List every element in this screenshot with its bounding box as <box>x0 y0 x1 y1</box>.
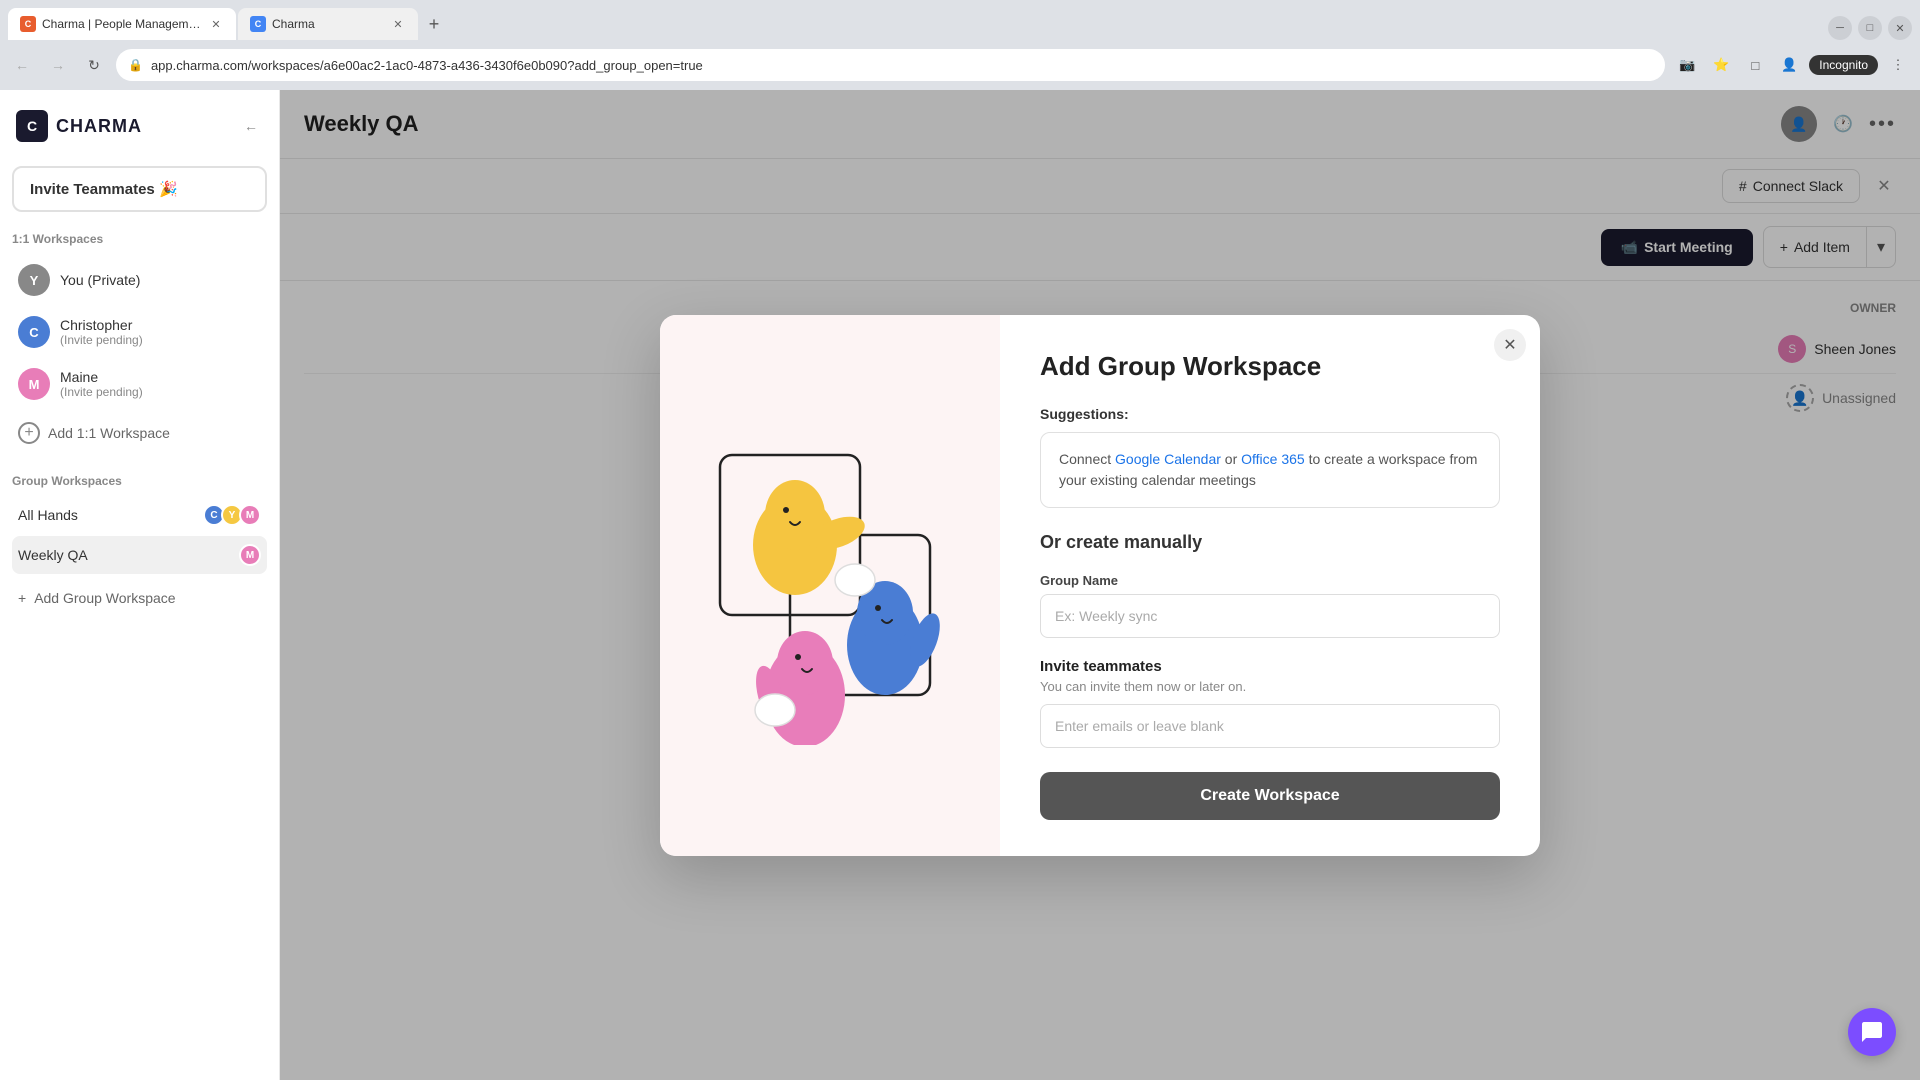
sidebar-item-maine[interactable]: M Maine (Invite pending) <box>12 360 267 408</box>
plus-circle-icon: + <box>18 422 40 444</box>
add-group-workspace-modal: Add Group Workspace Suggestions: Connect… <box>660 315 1540 856</box>
group-name-weekly-qa: Weekly QA <box>18 547 231 563</box>
modal-illustration <box>690 425 970 745</box>
modal-right-panel: Add Group Workspace Suggestions: Connect… <box>1000 315 1540 856</box>
camera-off-icon: 📷 <box>1673 51 1701 79</box>
tab-charma-pm[interactable]: C Charma | People Management S... ✕ <box>8 8 236 40</box>
close-icon: ✕ <box>1503 335 1516 355</box>
suggestion-text-2: or <box>1221 451 1241 467</box>
invite-teammates-section-label: Invite teammates <box>1040 658 1500 675</box>
tab-title-1: Charma | People Management S... <box>42 17 202 31</box>
new-tab-button[interactable]: + <box>420 10 448 38</box>
group-section-label: Group Workspaces <box>12 474 267 488</box>
user-name-maine: Maine <box>60 369 143 385</box>
logo-text: CHARMA <box>56 116 142 137</box>
modal-title: Add Group Workspace <box>1040 351 1500 382</box>
forward-button[interactable]: → <box>44 51 72 79</box>
email-input[interactable] <box>1040 704 1500 748</box>
modal-wrapper: Add Group Workspace Suggestions: Connect… <box>660 315 1540 856</box>
chat-support-button[interactable] <box>1848 1008 1896 1056</box>
one-on-one-section-label: 1:1 Workspaces <box>12 232 267 246</box>
modal-overlay: Add Group Workspace Suggestions: Connect… <box>280 90 1920 1080</box>
add-one-on-one-button[interactable]: + Add 1:1 Workspace <box>12 412 267 454</box>
extensions-icon[interactable]: □ <box>1741 51 1769 79</box>
user-status-maine: (Invite pending) <box>60 385 143 399</box>
sidebar: C CHARMA ← Invite Teammates 🎉 1:1 Worksp… <box>0 90 280 1080</box>
add-group-label: Add Group Workspace <box>34 590 175 606</box>
group-avatars-all-hands: C Y M <box>203 504 261 526</box>
user-name-you: You (Private) <box>60 272 140 288</box>
avatar-christopher: C <box>18 316 50 348</box>
modal-close-button[interactable]: ✕ <box>1494 329 1526 361</box>
logo-icon: C <box>16 110 48 142</box>
plus-circle-group-icon: + <box>18 590 26 606</box>
avatar-you: Y <box>18 264 50 296</box>
invite-sub-text: You can invite them now or later on. <box>1040 679 1500 694</box>
group-item-weekly-qa[interactable]: Weekly QA M <box>12 536 267 574</box>
user-status-christopher: (Invite pending) <box>60 333 143 347</box>
tab-favicon-1: C <box>20 16 36 32</box>
address-bar[interactable]: 🔒 app.charma.com/workspaces/a6e00ac2-1ac… <box>116 49 1665 81</box>
maximize-button[interactable]: □ <box>1858 16 1882 40</box>
sidebar-item-christopher[interactable]: C Christopher (Invite pending) <box>12 308 267 356</box>
browser-chrome: C Charma | People Management S... ✕ C Ch… <box>0 0 1920 90</box>
suggestions-label: Suggestions: <box>1040 406 1500 422</box>
menu-icon[interactable]: ⋮ <box>1884 51 1912 79</box>
office365-link[interactable]: Office 365 <box>1241 451 1305 467</box>
create-workspace-button[interactable]: Create Workspace <box>1040 772 1500 820</box>
tab-favicon-2: C <box>250 16 266 32</box>
tab-charma[interactable]: C Charma ✕ <box>238 8 418 40</box>
avatar-maine: M <box>18 368 50 400</box>
or-create-label: Or create manually <box>1040 532 1500 553</box>
modal-illustration-panel <box>660 315 1000 856</box>
chat-icon <box>1860 1020 1884 1044</box>
tab-close-2[interactable]: ✕ <box>390 16 406 32</box>
g-avatar-m2: M <box>239 544 261 566</box>
suggestion-text-1: Connect <box>1059 451 1115 467</box>
minimize-button[interactable]: ─ <box>1828 16 1852 40</box>
reload-button[interactable]: ↻ <box>80 51 108 79</box>
url-text: app.charma.com/workspaces/a6e00ac2-1ac0-… <box>151 58 1653 73</box>
sidebar-item-you-private[interactable]: Y You (Private) <box>12 256 267 304</box>
group-avatars-weekly-qa: M <box>239 544 261 566</box>
g-avatar-m: M <box>239 504 261 526</box>
logo: C CHARMA ← <box>12 106 267 146</box>
add-group-workspace-button[interactable]: + Add Group Workspace <box>12 580 267 616</box>
sidebar-toggle-button[interactable]: ← <box>239 114 263 138</box>
app: C CHARMA ← Invite Teammates 🎉 1:1 Worksp… <box>0 90 1920 1080</box>
lock-icon: 🔒 <box>128 58 143 72</box>
profile-icon[interactable]: 👤 <box>1775 51 1803 79</box>
back-button[interactable]: ← <box>8 51 36 79</box>
main-content: Weekly QA 👤 🕐 ••• # Connect Slack ✕ 📹 St… <box>280 90 1920 1080</box>
tab-title-2: Charma <box>272 17 315 31</box>
add-one-on-one-label: Add 1:1 Workspace <box>48 425 170 441</box>
bookmark-icon[interactable]: ⭐ <box>1707 51 1735 79</box>
google-calendar-link[interactable]: Google Calendar <box>1115 451 1221 467</box>
close-window-button[interactable]: ✕ <box>1888 16 1912 40</box>
group-name-label: Group Name <box>1040 573 1500 588</box>
group-name-input[interactable] <box>1040 594 1500 638</box>
tab-close-1[interactable]: ✕ <box>208 16 224 32</box>
group-item-all-hands[interactable]: All Hands C Y M <box>12 496 267 534</box>
user-name-christopher: Christopher <box>60 317 143 333</box>
incognito-badge: Incognito <box>1809 55 1878 75</box>
invite-teammates-button[interactable]: Invite Teammates 🎉 <box>12 166 267 212</box>
suggestion-box: Connect Google Calendar or Office 365 to… <box>1040 432 1500 508</box>
group-name-all-hands: All Hands <box>18 507 195 523</box>
